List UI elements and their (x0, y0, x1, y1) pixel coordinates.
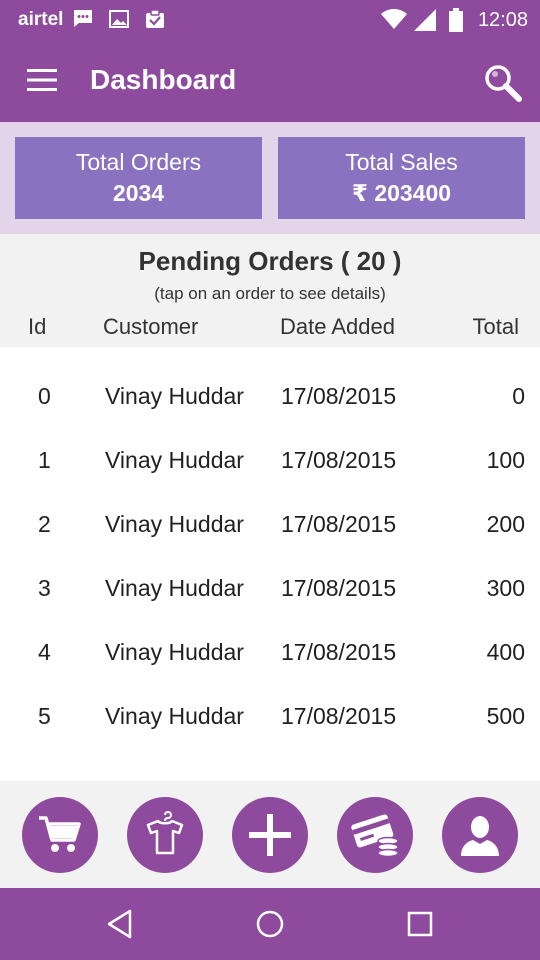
order-total: 0 (512, 383, 525, 409)
order-total: 300 (486, 575, 525, 601)
total-orders-label: Total Orders (75, 149, 202, 175)
recents-icon[interactable] (404, 908, 436, 940)
total-sales-card[interactable]: Total Sales ₹ 203400 (278, 137, 525, 219)
pending-orders-header: Pending Orders ( 20 ) (tap on an order t… (0, 234, 540, 347)
order-date: 17/08/2015 (281, 447, 397, 473)
bottom-action-bar (0, 781, 540, 888)
order-total: 200 (486, 511, 525, 537)
order-customer: Vinay Huddar (105, 511, 244, 537)
clipboard-notification-icon (146, 9, 164, 28)
pending-orders-title: Pending Orders ( 20 ) (138, 246, 402, 276)
table-row[interactable]: 3 Vinay Huddar 17/08/2015 300 (0, 555, 540, 619)
order-id: 1 (38, 447, 51, 473)
order-customer: Vinay Huddar (105, 575, 244, 601)
order-date: 17/08/2015 (281, 575, 397, 601)
order-id: 4 (38, 639, 51, 665)
table-row[interactable]: 0 Vinay Huddar 17/08/2015 0 (0, 363, 540, 427)
cart-icon (39, 816, 81, 852)
table-row[interactable]: 4 Vinay Huddar 17/08/2015 400 (0, 619, 540, 683)
order-customer: Vinay Huddar (105, 447, 244, 473)
plus-icon (249, 814, 291, 856)
pending-orders-hint: (tap on an order to see details) (154, 284, 386, 303)
profile-button[interactable] (442, 797, 518, 873)
order-customer: Vinay Huddar (105, 383, 244, 409)
column-header-date-added: Date Added (280, 314, 395, 339)
order-id: 0 (38, 383, 51, 409)
system-navigation-bar (0, 888, 540, 960)
column-header-total: Total (472, 314, 519, 339)
column-header-id: Id (28, 314, 47, 339)
add-button[interactable] (232, 797, 308, 873)
pending-orders-list: 0 Vinay Huddar 17/08/2015 0 1 Vinay Hudd… (0, 347, 540, 781)
order-id: 3 (38, 575, 51, 601)
total-sales-label: Total Sales (345, 149, 458, 175)
order-date: 17/08/2015 (281, 511, 397, 537)
stats-section: Total Orders 2034 Total Sales ₹ 203400 (0, 122, 540, 234)
order-total: 400 (486, 639, 525, 665)
user-icon (461, 816, 499, 856)
clock: 12:08 (477, 9, 528, 31)
wifi-icon (381, 8, 407, 29)
page-title: Dashboard (90, 64, 237, 95)
order-total: 500 (486, 703, 525, 729)
status-bar: airtel 12:08 (0, 0, 540, 40)
message-notification-icon (74, 10, 92, 27)
order-total: 100 (486, 447, 525, 473)
payment-icon (351, 814, 399, 858)
search-icon[interactable] (484, 64, 522, 102)
home-icon[interactable] (254, 908, 286, 940)
table-row[interactable]: 2 Vinay Huddar 17/08/2015 200 (0, 491, 540, 555)
carrier-label: airtel (18, 9, 64, 30)
menu-icon[interactable] (27, 69, 57, 91)
total-orders-card[interactable]: Total Orders 2034 (15, 137, 262, 219)
app-bar: Dashboard (0, 40, 540, 122)
table-row[interactable]: 5 Vinay Huddar 17/08/2015 500 (0, 683, 540, 747)
products-button[interactable] (127, 797, 203, 873)
payments-button[interactable] (337, 797, 413, 873)
order-date: 17/08/2015 (281, 383, 397, 409)
total-sales-value: ₹ 203400 (351, 180, 452, 206)
order-date: 17/08/2015 (281, 639, 397, 665)
column-header-customer: Customer (103, 314, 199, 339)
order-id: 2 (38, 511, 51, 537)
signal-icon (414, 9, 436, 31)
battery-icon (449, 8, 463, 32)
orders-button[interactable] (22, 797, 98, 873)
order-id: 5 (38, 703, 51, 729)
order-customer: Vinay Huddar (105, 639, 244, 665)
shirt-icon (146, 811, 184, 855)
total-orders-value: 2034 (112, 180, 165, 206)
table-row[interactable]: 1 Vinay Huddar 17/08/2015 100 (0, 427, 540, 491)
order-customer: Vinay Huddar (105, 703, 244, 729)
back-icon[interactable] (104, 908, 136, 940)
gallery-notification-icon (109, 10, 129, 28)
order-date: 17/08/2015 (281, 703, 397, 729)
